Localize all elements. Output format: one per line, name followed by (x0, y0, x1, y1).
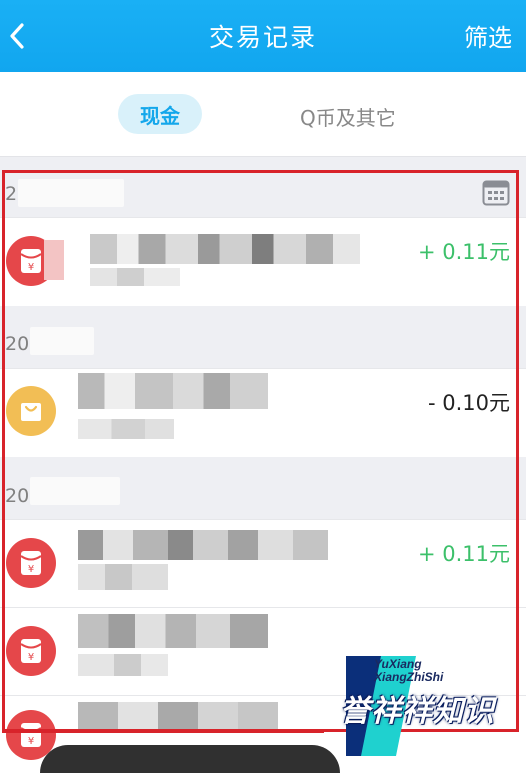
filter-button[interactable]: 筛选 (464, 18, 512, 53)
tab-bar: 现金 Q币及其它 (0, 72, 526, 157)
transaction-row[interactable]: ¥ + 0.11元 (0, 519, 526, 608)
svg-text:¥: ¥ (28, 262, 34, 273)
redacted-title (78, 373, 268, 409)
watermark-text-small: YuXiang XiangZhiShi (374, 657, 444, 684)
svg-text:¥: ¥ (28, 736, 34, 747)
tab-cash[interactable]: 现金 (118, 94, 202, 134)
watermark-text-main: 誉祥祥知识 (340, 694, 495, 729)
redacted-title (78, 530, 328, 560)
highlight-underline (2, 730, 324, 733)
redacted-time (78, 564, 168, 590)
redacted-text (44, 240, 64, 280)
finger-shadow (40, 745, 340, 773)
redacted-time (78, 654, 168, 676)
svg-text:¥: ¥ (28, 652, 34, 663)
redacted-title (78, 702, 278, 732)
redacted-date (30, 327, 94, 355)
redacted-title (90, 234, 360, 264)
transaction-amount: - 0.10元 (427, 391, 510, 415)
redacted-time (78, 419, 174, 439)
svg-text:¥: ¥ (28, 564, 34, 575)
transaction-row[interactable]: - 0.10元 (0, 368, 526, 457)
redacted-title (78, 614, 268, 648)
transaction-amount: + 0.11元 (417, 240, 510, 264)
red-envelope-icon: ¥ (6, 538, 56, 588)
redacted-date (18, 179, 124, 207)
section-date-label: 20 (5, 333, 30, 355)
shopping-bag-icon (6, 386, 56, 436)
top-navigation-bar: 交易记录 筛选 (0, 0, 526, 72)
page-title: 交易记录 (208, 23, 317, 52)
transaction-amount: + 0.11元 (417, 542, 510, 566)
calendar-icon[interactable] (482, 178, 510, 206)
transaction-row[interactable]: ¥ + 0.11元 (0, 217, 526, 306)
watermark-logo: YuXiang XiangZhiShi 誉祥祥知识 (336, 656, 526, 756)
section-date-label: 20 (5, 485, 30, 507)
tab-qcoins-and-others[interactable]: Q币及其它 (300, 102, 396, 131)
redacted-date (30, 477, 120, 505)
section-date-label: 2 (5, 183, 18, 205)
red-envelope-icon: ¥ (6, 626, 56, 676)
redacted-time (90, 268, 180, 286)
